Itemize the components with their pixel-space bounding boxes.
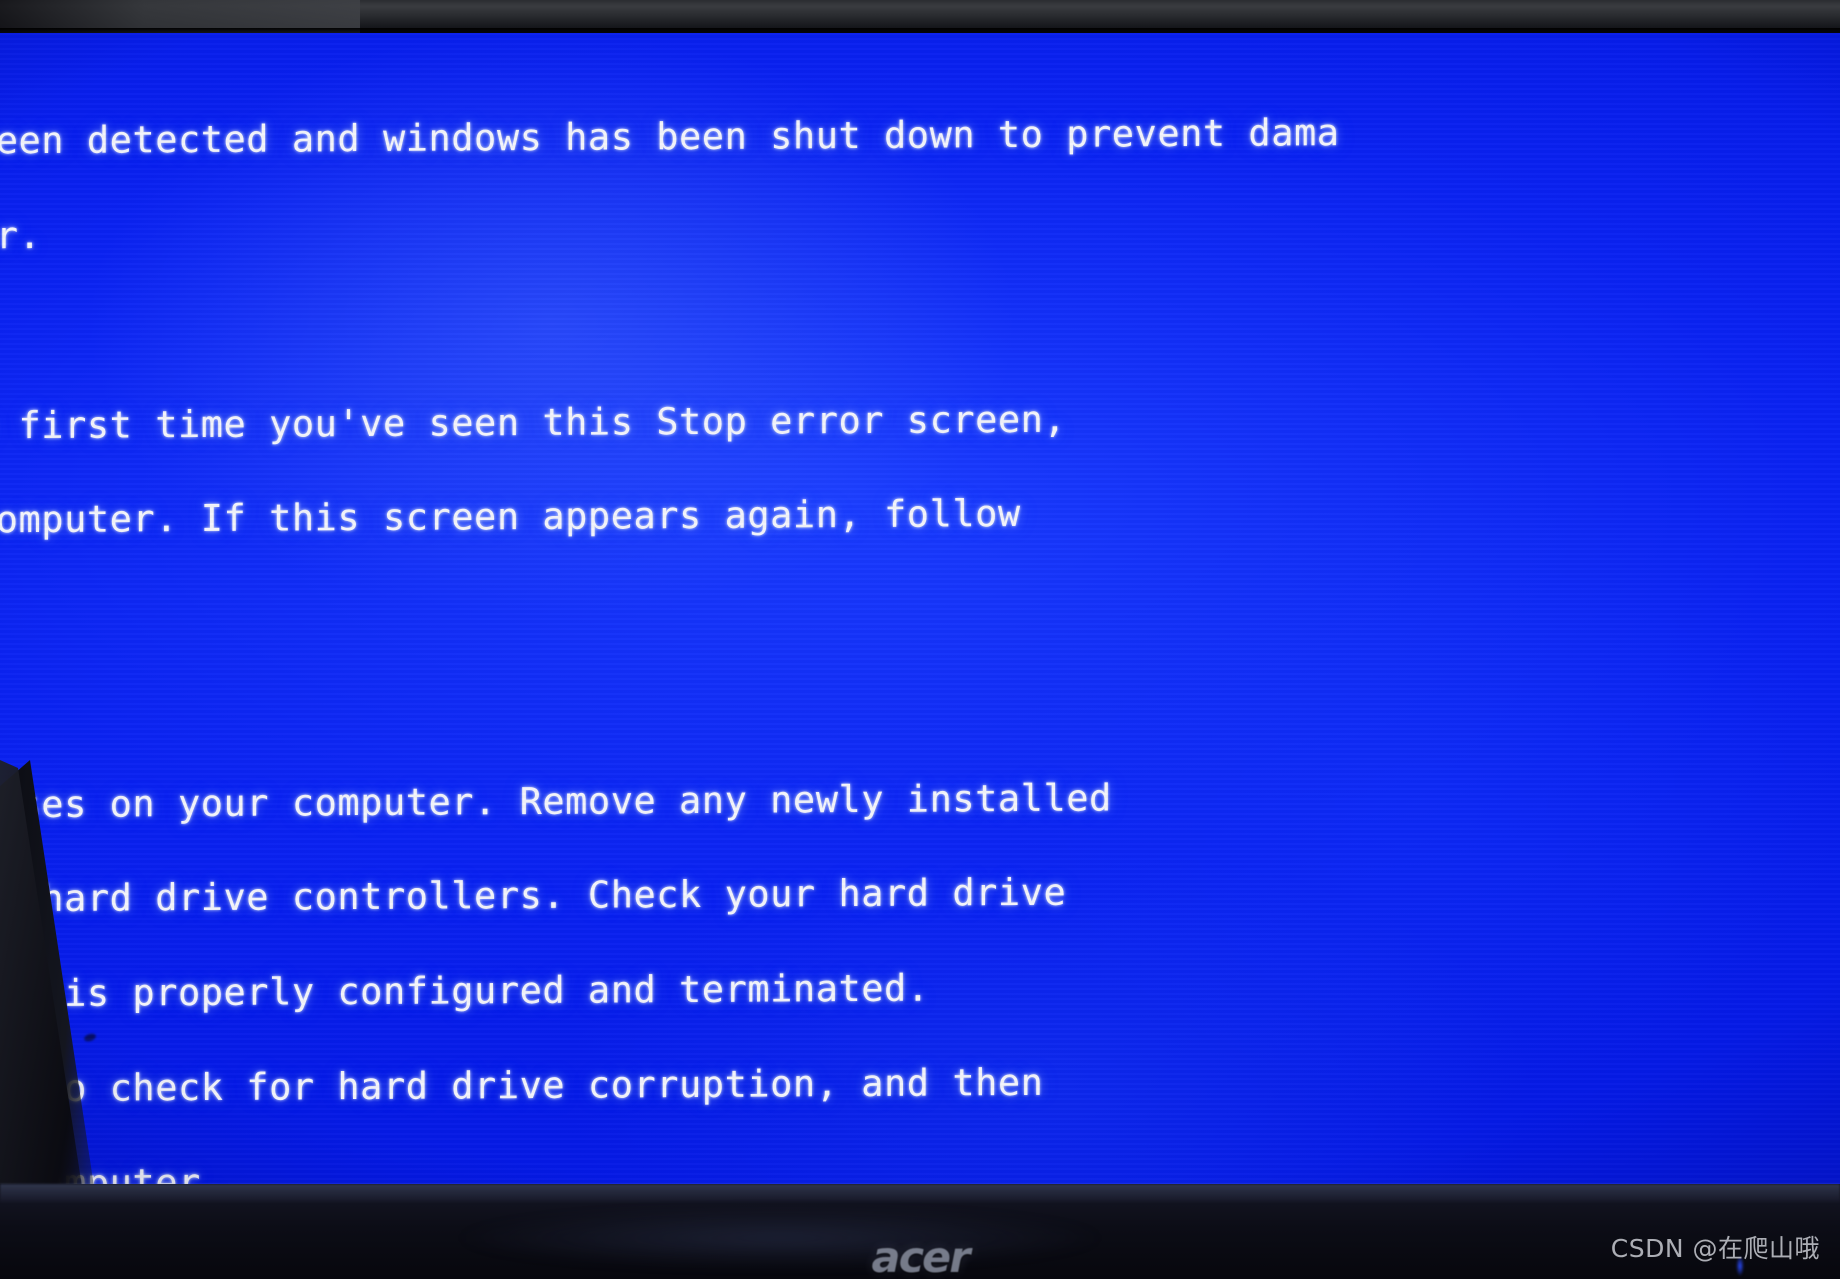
bsod-line: art your computer. If this screen appear…: [0, 492, 1021, 542]
screen-vignette: [0, 33, 1840, 1196]
screen-glow-left: [0, 33, 1196, 731]
bsod-line: blem has been detected and windows has b…: [0, 111, 1340, 163]
bsod-line: make sure it is properly configured and …: [0, 966, 930, 1016]
bsod-line: n CHKDSK /F to check for hard drive corr…: [0, 1060, 1044, 1111]
laptop-photo: blem has been detected and windows has b…: [0, 0, 1840, 1279]
screen-glow-bottom: [404, 765, 1693, 1196]
screen-dust-speck: [83, 1032, 97, 1043]
bsod-line: ck for viruses on your computer. Remove …: [0, 776, 1112, 827]
csdn-watermark: CSDN @在爬山哦: [1610, 1234, 1820, 1263]
bsod-line: his is the first time you've seen this S…: [18, 397, 1067, 447]
bsod-line: d drives or hard drive controllers. Chec…: [0, 871, 1067, 921]
screen-glow-right: [846, 381, 1840, 1196]
screen-scanline-overlay: [0, 33, 1840, 1196]
bsod-message-text: blem has been detected and windows has b…: [0, 50, 1840, 1196]
laptop-screen: blem has been detected and windows has b…: [0, 33, 1840, 1196]
bsod-line-blank: [0, 682, 1840, 727]
acer-brand-logo: acer: [871, 1233, 971, 1279]
bsod-line: se steps:: [0, 587, 1840, 632]
bsod-line: ur computer.: [0, 213, 42, 259]
bsod-line-blank: [0, 303, 1840, 348]
